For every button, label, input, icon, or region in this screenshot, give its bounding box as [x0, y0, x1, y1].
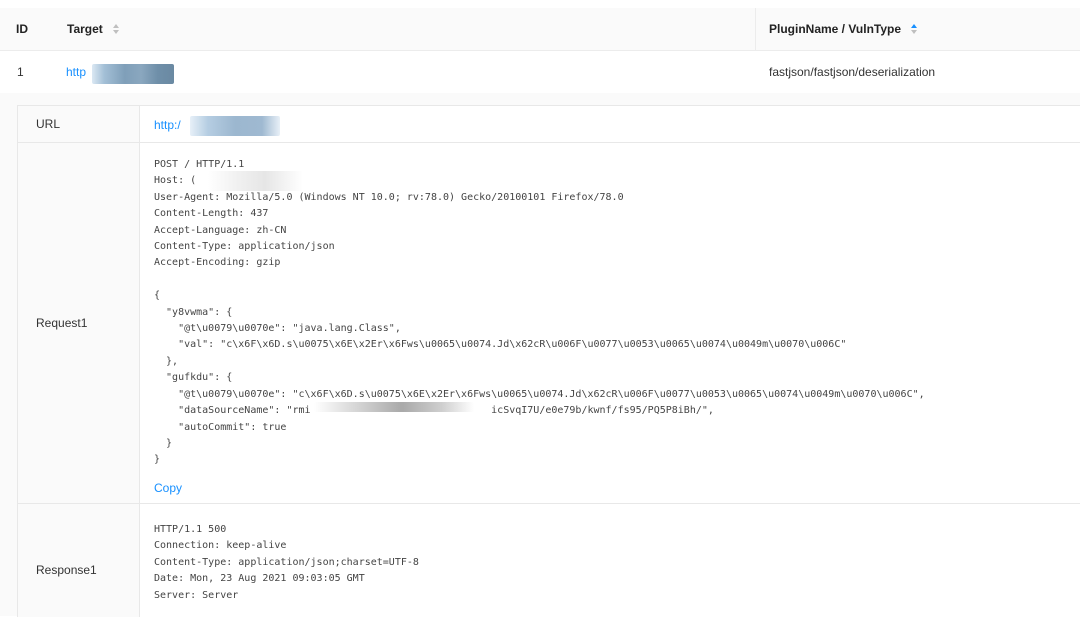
header-id: ID [16, 22, 28, 36]
table-header: ID Target PluginName / VulnType [0, 8, 1080, 51]
detail-row-response: Response1 HTTP/1.1 500 Connection: keep-… [18, 504, 1080, 617]
row-plugin: fastjson/fastjson/deserialization [769, 65, 936, 79]
copy-button[interactable]: Copy [154, 481, 182, 495]
results-table: ID Target PluginName / VulnType 1 http f… [0, 8, 1080, 94]
detail-row-url: URL http:/ [18, 106, 1080, 143]
request-label-cell: Request1 [18, 143, 140, 503]
response-label-cell: Response1 [18, 504, 140, 617]
header-plugin-label: PluginName / VulnType [769, 22, 902, 36]
row-target-text[interactable]: http [66, 65, 86, 79]
redacted-target [92, 64, 174, 84]
table-row[interactable]: 1 http fastjson/fastjson/deserialization [0, 51, 1080, 94]
response-text: HTTP/1.1 500 Connection: keep-alive Cont… [154, 524, 419, 601]
row-id: 1 [17, 65, 24, 79]
expanded-row: URL http:/ Request1 POST / HTTP/1.1 Host… [0, 93, 1080, 617]
header-target[interactable]: Target [67, 8, 120, 50]
redacted-datasource [314, 402, 474, 412]
detail-panel: URL http:/ Request1 POST / HTTP/1.1 Host… [17, 105, 1080, 617]
request-label: Request1 [36, 316, 88, 330]
url-label: URL [36, 117, 61, 131]
detail-row-request: Request1 POST / HTTP/1.1 Host: ( User-Ag… [18, 143, 1080, 504]
sort-caret-icon[interactable] [112, 23, 120, 35]
url-label-cell: URL [18, 106, 140, 142]
row-target-link[interactable]: http [66, 51, 86, 93]
response-label: Response1 [36, 563, 97, 577]
header-target-label: Target [67, 22, 103, 36]
request-text: POST / HTTP/1.1 Host: ( User-Agent: Mozi… [154, 159, 925, 466]
redacted-host [208, 171, 303, 191]
header-plugin[interactable]: PluginName / VulnType [755, 8, 918, 50]
url-link[interactable]: http:/ [154, 118, 181, 132]
sort-caret-ascending-icon[interactable] [910, 23, 918, 35]
redacted-url [190, 116, 280, 136]
